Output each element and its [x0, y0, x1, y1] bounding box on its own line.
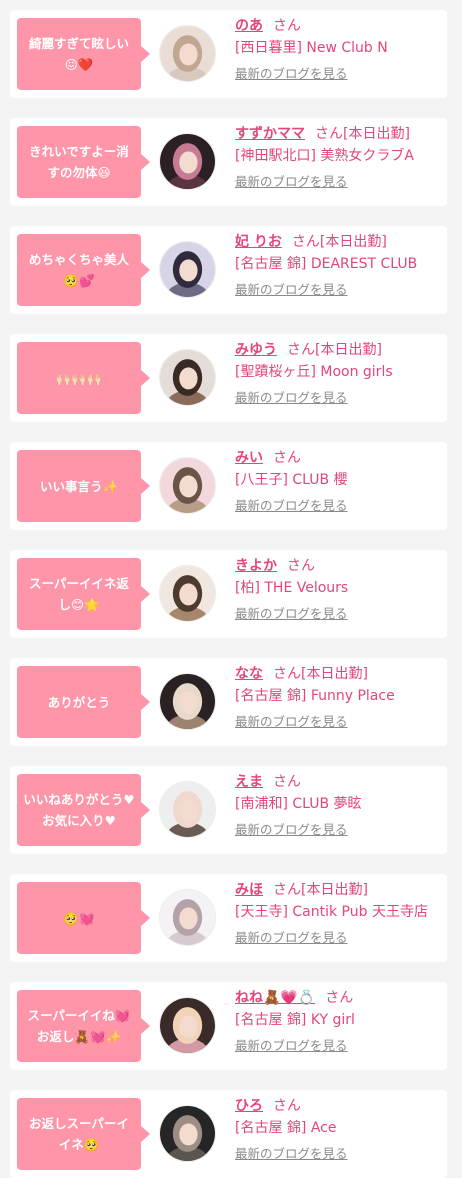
latest-blog-link[interactable]: 最新のブログを見る [235, 605, 348, 623]
latest-blog-link[interactable]: 最新のブログを見る [235, 497, 348, 515]
avatar[interactable] [159, 133, 216, 190]
status-text: さん [273, 774, 301, 790]
comment-bubble: 🙌🏻🙌🏻🙌🏻 [17, 342, 150, 414]
list-item: いいねありがとう♥お気に入り♥ えま さん [南浦和] CLUB 夢眩 最新のブロ… [10, 766, 447, 854]
shop-name: [名古屋 錦] Funny Place [235, 688, 395, 704]
girl-name-link[interactable]: きよか [235, 558, 277, 574]
photo-face [179, 799, 198, 822]
list-item: きれいですよー消すの勿体😆 すずかママ さん[本日出勤] [神田駅北口] 美熟女ク… [10, 118, 447, 206]
avatar[interactable] [159, 1105, 216, 1162]
photo-face [179, 43, 198, 66]
girl-name-link[interactable]: みい [235, 450, 263, 466]
photo-face [179, 1015, 198, 1038]
girl-name-link[interactable]: ねね🧸💗💍 [235, 990, 315, 1006]
latest-blog-link[interactable]: 最新のブログを見る [235, 1037, 348, 1055]
list-item: ありがとう なな さん[本日出勤] [名古屋 錦] Funny Place 最新の… [10, 658, 447, 746]
status-text: さん[本日出勤] [315, 126, 410, 142]
shop-name: [八王子] CLUB 櫻 [235, 472, 348, 488]
list-item: いい事言う✨ みい さん [八王子] CLUB 櫻 最新のブログを見る [10, 442, 447, 530]
girl-name-link[interactable]: ひろ [235, 1098, 263, 1114]
avatar[interactable] [159, 349, 216, 406]
latest-blog-link[interactable]: 最新のブログを見る [235, 929, 348, 947]
photo-face [179, 691, 198, 714]
photo-face [179, 907, 198, 930]
avatar[interactable] [159, 781, 216, 838]
photo-face [179, 151, 198, 174]
shop-name: [神田駅北口] 美熟女クラブA [235, 148, 414, 164]
avatar[interactable] [159, 997, 216, 1054]
photo-face [179, 367, 198, 390]
girl-name-link[interactable]: のあ [235, 18, 263, 34]
photo-face [179, 1123, 198, 1146]
comment-bubble: ありがとう [17, 666, 150, 738]
list-item: 🥺💓 みほ さん[本日出勤] [天王寺] Cantik Pub 天王寺店 最新のブ… [10, 874, 447, 962]
list-item: 綺麗すぎて眩しい😖❤️ のあ さん [西日暮里] New Club N 最新のブロ… [10, 10, 447, 98]
shop-name: [名古屋 錦] KY girl [235, 1012, 355, 1028]
comment-bubble: いい事言う✨ [17, 450, 150, 522]
photo-face [179, 259, 198, 282]
avatar[interactable] [159, 565, 216, 622]
latest-blog-link[interactable]: 最新のブログを見る [235, 821, 348, 839]
avatar[interactable] [159, 673, 216, 730]
comment-bubble: スーパーイイね💓お返し🧸💓✨ [17, 990, 150, 1062]
shop-name: [天王寺] Cantik Pub 天王寺店 [235, 904, 428, 920]
list-item: めちゃくちゃ美人🥺💕 妃 りお さん[本日出勤] [名古屋 錦] DEAREST … [10, 226, 447, 314]
comment-bubble: 綺麗すぎて眩しい😖❤️ [17, 18, 150, 90]
shop-name: [西日暮里] New Club N [235, 40, 388, 56]
comment-bubble: 🥺💓 [17, 882, 150, 954]
shop-name: [柏] THE Velours [235, 580, 349, 596]
avatar[interactable] [159, 457, 216, 514]
status-text: さん [273, 1098, 301, 1114]
girl-name-link[interactable]: 妃 りお [235, 234, 282, 250]
latest-blog-link[interactable]: 最新のブログを見る [235, 281, 348, 299]
shop-name: [名古屋 錦] DEAREST CLUB [235, 256, 418, 272]
photo-face [179, 583, 198, 606]
latest-blog-link[interactable]: 最新のブログを見る [235, 713, 348, 731]
avatar[interactable] [159, 25, 216, 82]
comment-bubble: スーパーイイネ返し😊🌟 [17, 558, 150, 630]
girl-name-link[interactable]: えま [235, 774, 263, 790]
photo-face [179, 475, 198, 498]
status-text: さん [273, 18, 301, 34]
latest-blog-link[interactable]: 最新のブログを見る [235, 389, 348, 407]
latest-blog-link[interactable]: 最新のブログを見る [235, 173, 348, 191]
status-text: さん [273, 450, 301, 466]
latest-blog-link[interactable]: 最新のブログを見る [235, 1145, 348, 1163]
status-text: さん[本日出勤] [273, 882, 368, 898]
comment-bubble: きれいですよー消すの勿体😆 [17, 126, 150, 198]
avatar[interactable] [159, 241, 216, 298]
status-text: さん[本日出勤] [273, 666, 368, 682]
list-item: スーパーイイネ返し😊🌟 きよか さん [柏] THE Velours 最新のブログ… [10, 550, 447, 638]
status-text: さん[本日出勤] [291, 234, 387, 250]
comment-bubble: お返しスーパーイイネ🥺 [17, 1098, 150, 1170]
girl-name-link[interactable]: すずかママ [235, 126, 305, 142]
list-item: お返しスーパーイイネ🥺 ひろ さん [名古屋 錦] Ace 最新のブログを見る [10, 1090, 447, 1178]
shop-name: [聖蹟桜ヶ丘] Moon girls [235, 364, 393, 380]
list-item: スーパーイイね💓お返し🧸💓✨ ねね🧸💗💍 さん [名古屋 錦] KY girl 最… [10, 982, 447, 1070]
status-text: さん [287, 558, 315, 574]
status-text: さん [325, 990, 354, 1006]
avatar[interactable] [159, 889, 216, 946]
girl-name-link[interactable]: みゆう [235, 342, 277, 358]
shop-name: [南浦和] CLUB 夢眩 [235, 796, 362, 812]
comment-bubble: いいねありがとう♥お気に入り♥ [17, 774, 150, 846]
girl-name-link[interactable]: なな [235, 666, 263, 682]
girl-name-link[interactable]: みほ [235, 882, 263, 898]
comment-bubble: めちゃくちゃ美人🥺💕 [17, 234, 150, 306]
latest-blog-link[interactable]: 最新のブログを見る [235, 65, 348, 83]
shop-name: [名古屋 錦] Ace [235, 1120, 337, 1136]
list-item: 🙌🏻🙌🏻🙌🏻 みゆう さん[本日出勤] [聖蹟桜ヶ丘] Moon girls 最新… [10, 334, 447, 422]
status-text: さん[本日出勤] [287, 342, 382, 358]
